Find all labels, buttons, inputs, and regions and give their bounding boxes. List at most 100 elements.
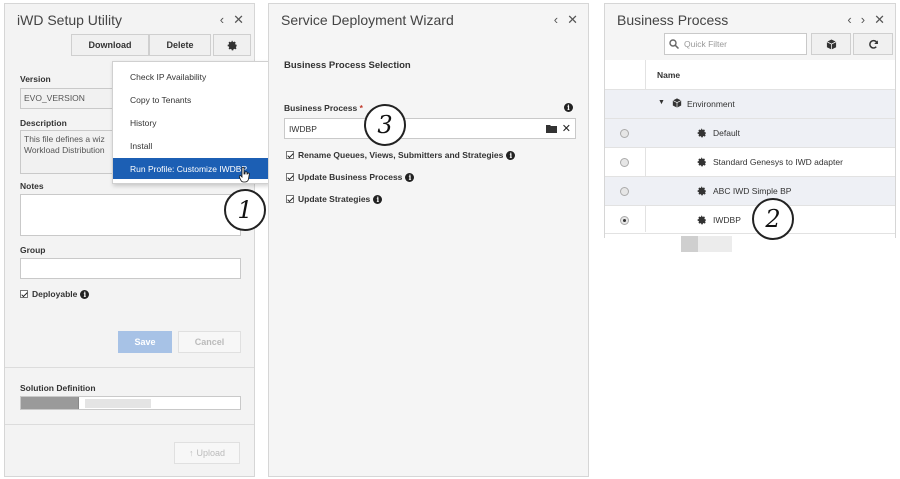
chevron-left-icon[interactable]: ‹ bbox=[847, 13, 851, 27]
quick-filter-placeholder: Quick Filter bbox=[684, 39, 727, 49]
business-process-label-text: Business Process bbox=[284, 103, 358, 113]
upload-arrow-icon: ↑ bbox=[188, 448, 194, 458]
option-update-strategies[interactable]: Update Strategies i bbox=[286, 194, 383, 204]
hand-cursor-icon bbox=[239, 167, 250, 183]
checkbox-checked-icon bbox=[286, 173, 294, 181]
group-label: Group bbox=[20, 245, 46, 255]
business-process-label: Business Process * bbox=[284, 103, 363, 113]
save-button[interactable]: Save bbox=[118, 331, 172, 353]
table-row-environment[interactable]: ▼ Environment bbox=[605, 89, 895, 118]
table-row[interactable]: Standard Genesys to IWD adapter bbox=[605, 147, 895, 176]
table-row[interactable]: Default bbox=[605, 118, 895, 147]
close-icon[interactable]: ✕ bbox=[567, 13, 578, 27]
cube-button[interactable] bbox=[811, 33, 851, 55]
info-icon: i bbox=[405, 172, 415, 182]
divider bbox=[5, 367, 254, 368]
scrollbar-fragment bbox=[698, 236, 732, 252]
panel-title: iWD Setup Utility bbox=[17, 12, 123, 28]
option-label: Update Business Process bbox=[298, 172, 403, 182]
menu-item-install[interactable]: Install bbox=[113, 135, 268, 156]
clear-icon[interactable]: ✕ bbox=[562, 122, 571, 135]
group-field[interactable] bbox=[20, 258, 241, 279]
search-icon bbox=[669, 39, 679, 49]
panel-title: Service Deployment Wizard bbox=[281, 12, 454, 28]
solution-definition-field[interactable] bbox=[20, 396, 241, 410]
checkbox-checked-icon bbox=[20, 290, 28, 298]
gear-icon bbox=[697, 128, 706, 138]
step-annotation-1: 1 bbox=[224, 189, 266, 231]
divider bbox=[5, 424, 254, 425]
file-name-blur bbox=[85, 398, 151, 408]
step-annotation-2: 2 bbox=[752, 198, 794, 240]
option-update-business-process[interactable]: Update Business Process i bbox=[286, 172, 415, 182]
file-chooser-button[interactable] bbox=[21, 397, 79, 409]
deployment-wizard-panel: Service Deployment Wizard ‹ ✕ Business P… bbox=[268, 3, 589, 477]
refresh-button[interactable] bbox=[853, 33, 893, 55]
section-heading: Business Process Selection bbox=[284, 60, 411, 71]
info-icon: i bbox=[506, 150, 516, 160]
step-annotation-3: 3 bbox=[364, 104, 406, 146]
version-field[interactable]: EVO_VERSION bbox=[20, 88, 115, 109]
row-label: IWDBP bbox=[713, 215, 741, 225]
option-label: Update Strategies bbox=[298, 194, 371, 204]
row-label: Standard Genesys to IWD adapter bbox=[713, 157, 843, 167]
settings-button[interactable] bbox=[213, 34, 251, 56]
gear-icon bbox=[697, 215, 706, 225]
gear-icon bbox=[697, 186, 706, 196]
menu-item-copy-to-tenants[interactable]: Copy to Tenants bbox=[113, 89, 268, 110]
tree-table: Name ▼ Environment Default Standard Gene… bbox=[605, 60, 895, 290]
solution-definition-label: Solution Definition bbox=[20, 383, 96, 393]
upload-button[interactable]: ↑ Upload bbox=[174, 442, 240, 464]
row-label: Default bbox=[713, 128, 740, 138]
scrollbar-fragment bbox=[681, 236, 698, 252]
version-label: Version bbox=[20, 74, 51, 84]
chevron-left-icon[interactable]: ‹ bbox=[554, 13, 558, 27]
table-row-selected[interactable]: IWDBP bbox=[605, 205, 895, 234]
cube-icon bbox=[672, 98, 682, 108]
upload-label: Upload bbox=[196, 448, 226, 458]
required-mark: * bbox=[359, 103, 363, 113]
deployable-checkbox[interactable]: Deployable i bbox=[20, 289, 90, 299]
notes-field[interactable] bbox=[20, 194, 241, 236]
download-button[interactable]: Download bbox=[71, 34, 149, 56]
panel-title: Business Process bbox=[617, 12, 729, 28]
close-icon[interactable]: ✕ bbox=[233, 13, 244, 27]
radio-button[interactable] bbox=[620, 129, 629, 138]
option-label: Rename Queues, Views, Submitters and Str… bbox=[298, 150, 504, 160]
settings-menu: Check IP Availability Copy to Tenants Hi… bbox=[112, 61, 269, 184]
description-label: Description bbox=[20, 118, 67, 128]
option-rename-queues[interactable]: Rename Queues, Views, Submitters and Str… bbox=[286, 150, 516, 160]
info-icon: i bbox=[80, 289, 90, 299]
gear-icon bbox=[697, 157, 706, 167]
chevron-right-icon[interactable]: › bbox=[861, 13, 865, 27]
menu-item-check-ip[interactable]: Check IP Availability bbox=[113, 66, 268, 87]
info-icon: i bbox=[373, 194, 383, 204]
folder-icon[interactable] bbox=[545, 124, 557, 133]
quick-filter-input[interactable]: Quick Filter bbox=[664, 33, 807, 55]
info-icon[interactable]: i bbox=[564, 103, 573, 112]
chevron-left-icon[interactable]: ‹ bbox=[220, 13, 224, 27]
column-header-name: Name bbox=[657, 70, 681, 80]
business-process-value: IWDBP bbox=[289, 123, 317, 134]
radio-button[interactable] bbox=[620, 158, 629, 167]
row-label: ABC IWD Simple BP bbox=[713, 186, 792, 196]
menu-item-history[interactable]: History bbox=[113, 112, 268, 133]
close-icon[interactable]: ✕ bbox=[874, 13, 885, 27]
refresh-icon bbox=[868, 39, 878, 49]
setup-utility-panel: iWD Setup Utility ‹ ✕ Download Delete Ve… bbox=[4, 3, 269, 477]
cancel-button[interactable]: Cancel bbox=[178, 331, 241, 353]
business-process-panel: Business Process ‹ › ✕ Quick Filter Name… bbox=[604, 3, 896, 290]
cube-icon bbox=[826, 38, 836, 50]
business-process-field[interactable]: IWDBP ✕ bbox=[284, 118, 576, 139]
radio-button-selected[interactable] bbox=[620, 216, 629, 225]
table-row[interactable]: ABC IWD Simple BP bbox=[605, 176, 895, 205]
tree-label: Environment bbox=[687, 99, 735, 109]
deployable-label: Deployable bbox=[32, 289, 78, 299]
delete-button[interactable]: Delete bbox=[149, 34, 211, 56]
gear-icon bbox=[227, 40, 237, 50]
expand-triangle-icon[interactable]: ▼ bbox=[658, 99, 665, 106]
radio-button[interactable] bbox=[620, 187, 629, 196]
notes-label: Notes bbox=[20, 181, 44, 191]
description-field[interactable]: This file defines a wiz Workload Distrib… bbox=[20, 130, 115, 174]
checkbox-checked-icon bbox=[286, 151, 294, 159]
